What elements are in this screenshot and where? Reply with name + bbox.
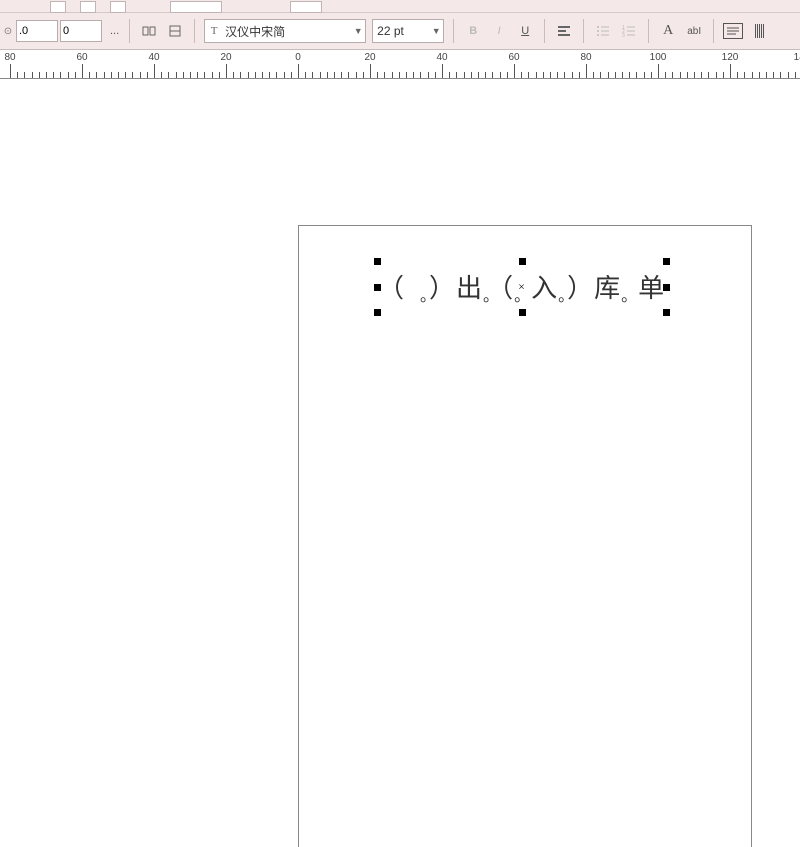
coord-field-2[interactable] [60,20,102,42]
coord-field-1[interactable] [16,20,58,42]
ruler-label: 40 [436,52,447,63]
format-toolbar: ⊙ ... T 汉仪中宋简 ▼ 22 pt ▼ B I U 123 A abI [0,13,800,50]
chevron-down-icon: ▼ [351,26,365,36]
handle-mid-left[interactable] [374,284,381,291]
ruler-label: 20 [220,52,231,63]
ruler-label: 0 [295,52,301,63]
separator [648,19,649,43]
ruler-label: 80 [4,52,15,63]
ruler-label: 80 [580,52,591,63]
font-size-value: 22 pt [373,24,429,38]
quick-btn-3[interactable] [110,1,126,13]
ruler-label: 100 [650,52,667,63]
separator [129,19,130,43]
handle-top-right[interactable] [663,258,670,265]
svg-text:3: 3 [622,33,625,39]
center-marker-icon: × [518,280,526,295]
box-icon [723,23,743,39]
separator [194,19,195,43]
zoom-box[interactable] [170,1,222,13]
dropcap-button[interactable]: A [656,19,680,43]
separator [583,19,584,43]
handle-mid-right[interactable] [663,284,670,291]
ruler-label: 60 [76,52,87,63]
quick-btn-1[interactable] [50,1,66,13]
canvas-area[interactable]: （ 。）出。（。入。）库。单 × [0,79,800,847]
font-size-combo[interactable]: 22 pt ▼ [372,19,444,43]
units-label: ... [110,25,119,37]
bold-button[interactable]: B [461,19,485,43]
coord-input[interactable]: ⊙ [2,20,102,42]
number-list-button[interactable]: 123 [617,19,641,43]
italic-button[interactable]: I [487,19,511,43]
separator [713,19,714,43]
separator [544,19,545,43]
chevron-down-icon: ▼ [429,26,443,36]
top-strip [0,0,800,13]
font-family-value: 汉仪中宋简 [223,23,351,40]
ruler-label: 140 [794,52,800,63]
edit-icon[interactable] [163,19,187,43]
menu-box[interactable] [290,1,322,13]
underline-button[interactable]: U [513,19,537,43]
handle-bottom-center[interactable] [519,309,526,316]
handle-bottom-right[interactable] [663,309,670,316]
columns-button[interactable] [747,19,771,43]
handle-top-center[interactable] [519,258,526,265]
columns-icon [755,23,764,39]
font-family-combo[interactable]: T 汉仪中宋简 ▼ [204,19,366,43]
separator [453,19,454,43]
document-page[interactable] [298,225,752,847]
handle-bottom-left[interactable] [374,309,381,316]
horizontal-ruler[interactable]: 80 60 40 20 0 20 40 60 80 100 120 140 [0,50,800,79]
text-frame-button[interactable] [721,19,745,43]
align-button[interactable] [552,19,576,43]
bullet-list-button[interactable] [591,19,615,43]
abi-button[interactable]: abI [682,19,706,43]
text-icon: T [205,25,223,37]
find-icon[interactable] [137,19,161,43]
ruler-label: 120 [722,52,739,63]
text-frame-selected[interactable]: （ 。）出。（。入。）库。单 × [378,262,666,312]
ruler-label: 20 [364,52,375,63]
ruler-label: 40 [148,52,159,63]
quick-btn-2[interactable] [80,1,96,13]
ruler-label: 60 [508,52,519,63]
handle-top-left[interactable] [374,258,381,265]
